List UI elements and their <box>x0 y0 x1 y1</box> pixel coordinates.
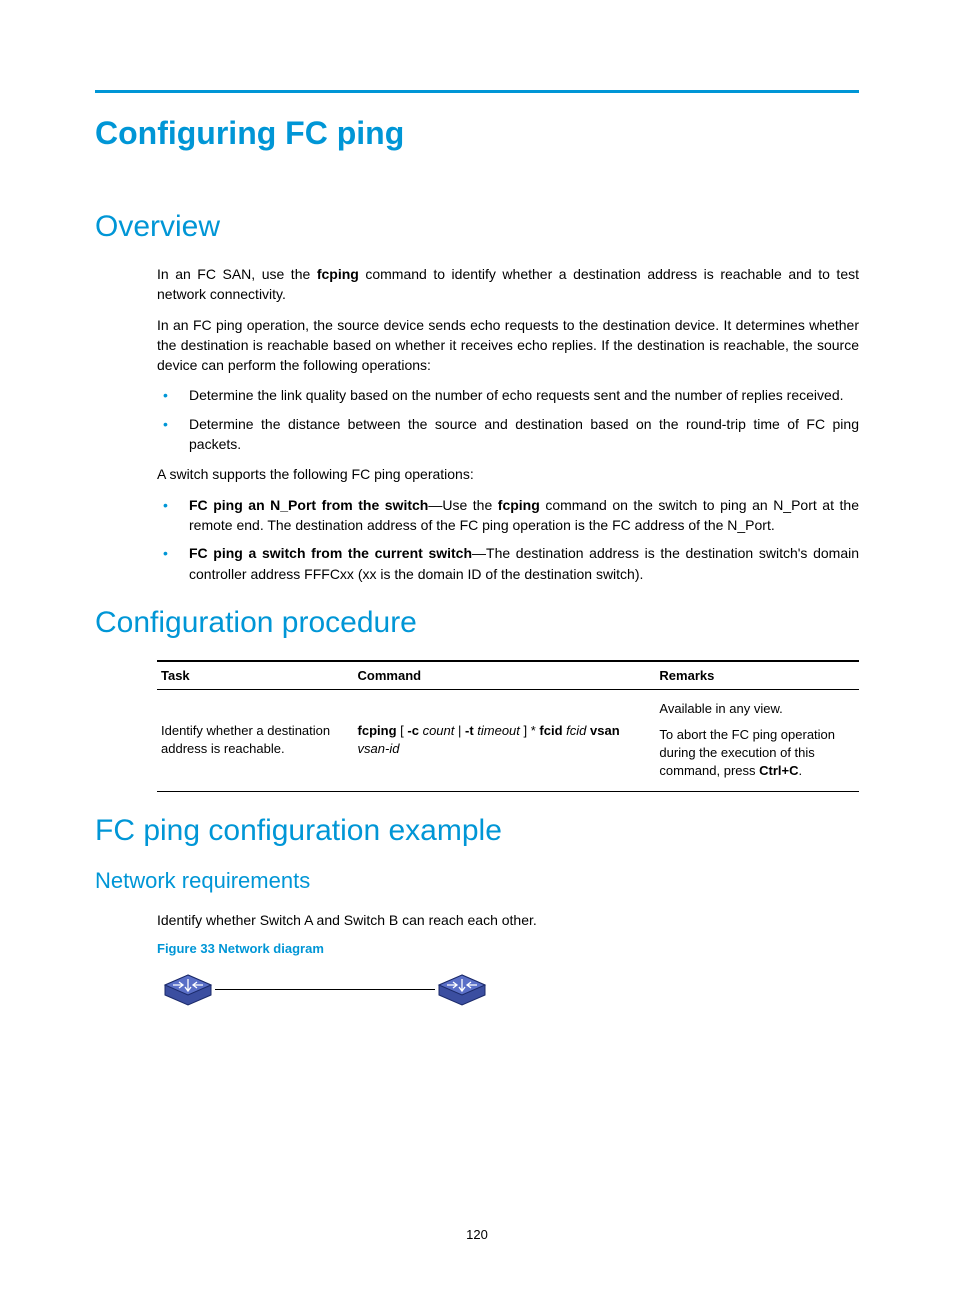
cmd-token: -c <box>407 723 419 738</box>
cell-remarks: Available in any view. To abort the FC p… <box>655 689 859 791</box>
list-operations: Determine the link quality based on the … <box>157 385 859 454</box>
example-p1: Identify whether Switch A and Switch B c… <box>157 910 859 930</box>
cmd-fcping: fcping <box>498 497 540 513</box>
list-item: FC ping an N_Port from the switch—Use th… <box>157 495 859 536</box>
page-number: 120 <box>0 1227 954 1242</box>
heading-example: FC ping configuration example <box>95 814 859 848</box>
th-remarks: Remarks <box>655 661 859 690</box>
table-header-row: Task Command Remarks <box>157 661 859 690</box>
network-diagram <box>161 973 859 1007</box>
diagram-link-line <box>215 989 435 990</box>
cmd-text: | <box>454 723 465 738</box>
cmd-arg: vsan-id <box>358 741 400 756</box>
cmd-fcping: fcping <box>317 266 359 282</box>
config-table-wrap: Task Command Remarks Identify whether a … <box>157 660 859 792</box>
list-fcping-ops: FC ping an N_Port from the switch—Use th… <box>157 495 859 584</box>
page-title: Configuring FC ping <box>95 115 859 152</box>
overview-body: In an FC SAN, use the fcping command to … <box>157 264 859 584</box>
overview-p3: A switch supports the following FC ping … <box>157 464 859 484</box>
overview-p1: In an FC SAN, use the fcping command to … <box>157 264 859 305</box>
cmd-token: vsan <box>590 723 620 738</box>
heading-overview: Overview <box>95 210 859 244</box>
heading-config-procedure: Configuration procedure <box>95 606 859 640</box>
cmd-text: ] * <box>520 723 540 738</box>
text: . <box>798 763 802 778</box>
bold-label: FC ping a switch from the current switch <box>189 545 472 561</box>
th-task: Task <box>157 661 354 690</box>
remark-line: Available in any view. <box>659 700 851 718</box>
list-item: Determine the link quality based on the … <box>157 385 859 405</box>
table-row: Identify whether a destination address i… <box>157 689 859 791</box>
config-table: Task Command Remarks Identify whether a … <box>157 660 859 792</box>
cmd-arg: count <box>419 723 454 738</box>
cmd-arg: timeout <box>474 723 520 738</box>
figure-caption: Figure 33 Network diagram <box>157 940 859 959</box>
cmd-text: [ <box>397 723 408 738</box>
cmd-token: -t <box>465 723 474 738</box>
th-command: Command <box>354 661 656 690</box>
cmd-arg: fcid <box>563 723 590 738</box>
text: In an FC SAN, use the <box>157 266 317 282</box>
cell-command: fcping [ -c count | -t timeout ] * fcid … <box>354 689 656 791</box>
remark-line: To abort the FC ping operation during th… <box>659 726 851 781</box>
example-body: Identify whether Switch A and Switch B c… <box>157 910 859 1007</box>
overview-p2: In an FC ping operation, the source devi… <box>157 315 859 376</box>
switch-icon <box>161 973 215 1007</box>
list-item: Determine the distance between the sourc… <box>157 414 859 455</box>
top-rule <box>95 90 859 93</box>
cmd-token: fcid <box>539 723 562 738</box>
text: —Use the <box>428 497 497 513</box>
bold-label: FC ping an N_Port from the switch <box>189 497 428 513</box>
cell-task: Identify whether a destination address i… <box>157 689 354 791</box>
switch-icon <box>435 973 489 1007</box>
subheading-network-req: Network requirements <box>95 868 859 894</box>
text: To abort the FC ping operation during th… <box>659 727 835 778</box>
list-item: FC ping a switch from the current switch… <box>157 543 859 584</box>
key-combo: Ctrl+C <box>759 763 798 778</box>
cmd-token: fcping <box>358 723 397 738</box>
